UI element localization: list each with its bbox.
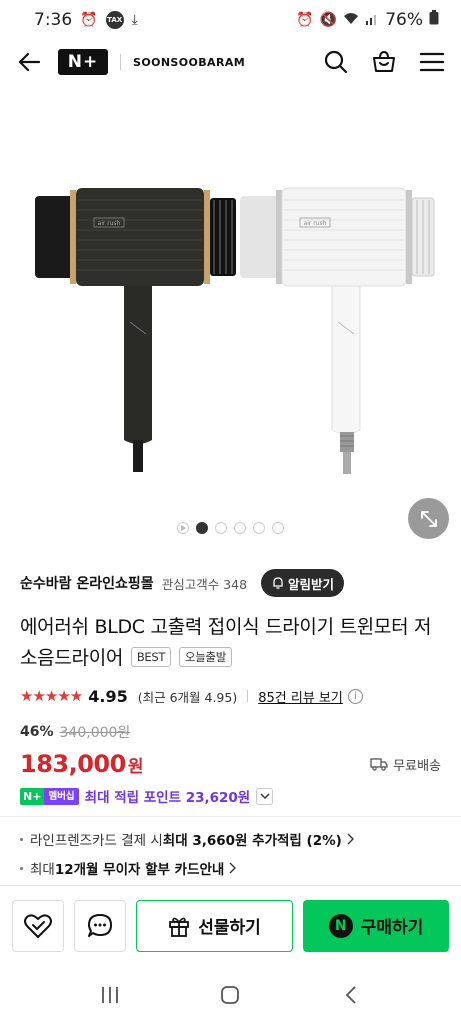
section-divider	[0, 816, 461, 817]
badge-nplus: N+	[20, 787, 45, 805]
shopping-bag-icon	[373, 50, 395, 72]
pager-dot-video[interactable]	[177, 522, 189, 534]
best-badge: BEST	[130, 647, 172, 667]
card-benefit-prefix: 라인프렌즈카드 결제 시	[30, 833, 163, 849]
discount-rate: 46%	[20, 724, 54, 740]
gift-button[interactable]: 선물하기	[136, 899, 293, 952]
sale-price: 183,000	[20, 750, 126, 778]
search-icon	[324, 50, 348, 74]
bottom-action-bar: 선물하기 N 구매하기	[0, 885, 461, 965]
rating-stars: ★★★★★	[20, 687, 83, 705]
home-button[interactable]	[210, 975, 250, 1015]
original-price: 340,000원	[59, 725, 131, 741]
buy-label: 구매하기	[360, 918, 424, 938]
seller-row: 순수바람 온라인쇼핑몰 관심고객수 348 알림받기	[20, 568, 441, 598]
heart-check-icon	[24, 913, 52, 938]
notification-subscribe-button[interactable]: 알림받기	[261, 569, 345, 597]
info-icon[interactable]: i	[347, 688, 363, 704]
play-icon	[181, 525, 186, 531]
discount-row: 46% 340,000원	[20, 722, 130, 742]
shipping-label: 무료배송	[393, 758, 441, 774]
seller-name[interactable]: 순수바람 온라인쇼핑몰	[20, 573, 154, 593]
signal-icon	[365, 12, 379, 29]
recent-apps-button[interactable]	[90, 975, 130, 1015]
alarm-icon: ⏰	[80, 12, 98, 28]
mute-icon: 🔇	[319, 12, 338, 28]
menu-button[interactable]	[419, 49, 445, 75]
price-row: 183,000 원 무료배송	[20, 748, 441, 780]
back-chevron-icon	[345, 986, 356, 1004]
talk-button[interactable]	[74, 899, 126, 952]
shipping-info: 무료배송	[370, 755, 441, 774]
membership-points-row: N+ 멤버십 최대 적립 포인트 23,620원	[20, 785, 441, 807]
alarm-icon: ⏰	[296, 12, 314, 28]
bullet	[20, 866, 23, 870]
store-name[interactable]: SOONSOOBARAM	[133, 56, 245, 69]
pager-dot[interactable]	[196, 522, 208, 534]
pager-dot[interactable]	[253, 522, 265, 534]
currency-unit: 원	[127, 756, 144, 777]
points-expand-button[interactable]	[256, 787, 274, 805]
chevron-right-icon	[229, 862, 237, 874]
black-hair-dryer-image: air rush	[35, 188, 236, 472]
bullet	[20, 837, 23, 841]
bell-plus-icon	[273, 577, 283, 589]
installment-prefix: 최대	[30, 862, 55, 878]
back-button[interactable]	[16, 49, 42, 75]
product-title: 에어러쉬 BLDC 고출력 접이식 드라이기 트윈모터 저소음드라이어 BEST…	[20, 612, 445, 674]
gift-icon	[169, 917, 190, 937]
naver-plus-membership-badge: N+ 멤버십	[20, 787, 79, 805]
card-benefit-item[interactable]: 라인프렌즈카드 결제 시 최대 3,660원 추가적립 (2%)	[20, 829, 355, 849]
search-button[interactable]	[323, 49, 349, 75]
back-nav-button[interactable]	[331, 975, 371, 1015]
status-bar: 7:36 ⏰ TAX ⤓ ⏰ 🔇 76%	[0, 0, 461, 40]
top-header: N+ SOONSOOBARAM	[0, 40, 461, 84]
wishlist-button[interactable]	[12, 899, 64, 952]
badge-membership: 멤버십	[44, 787, 79, 805]
gift-label: 선물하기	[198, 918, 261, 938]
product-image[interactable]: air rush air rush	[0, 100, 461, 520]
ship-today-badge: 오늘출발	[178, 647, 232, 667]
rating-divider	[247, 690, 249, 702]
battery-icon	[429, 10, 439, 30]
installment-benefit-item[interactable]: 최대 12개월 무이자 할부 카드안내	[20, 858, 237, 878]
download-icon: ⤓	[131, 12, 138, 28]
svg-text:air rush: air rush	[98, 220, 121, 227]
naverpay-n-icon: N	[328, 913, 353, 938]
pager-dot[interactable]	[215, 522, 227, 534]
battery-percent: 76%	[385, 10, 423, 30]
tax-app-icon: TAX	[105, 11, 124, 29]
chat-bubble-icon	[88, 913, 112, 937]
arrow-left-icon	[18, 52, 41, 72]
status-time: 7:36	[34, 10, 73, 30]
installment-highlight: 12개월 무이자 할부 카드안내	[54, 862, 225, 878]
svg-text:air rush: air rush	[304, 220, 327, 227]
recent-apps-icon	[102, 987, 119, 1003]
chevron-down-icon	[260, 793, 270, 799]
card-benefit-highlight: 최대 3,660원 추가적립 (2%)	[162, 833, 342, 849]
image-pager	[0, 522, 461, 534]
system-navigation-bar	[0, 966, 461, 1024]
follower-count: 관심고객수 348	[161, 576, 248, 592]
recent-rating: (최근 6개월 4.95)	[137, 689, 238, 705]
home-icon	[221, 986, 240, 1004]
header-divider	[120, 54, 121, 70]
rating-score: 4.95	[88, 686, 128, 706]
alarm-label: 알림받기	[288, 576, 335, 592]
chevron-right-icon	[347, 833, 354, 845]
hamburger-menu-icon	[420, 52, 444, 72]
pager-dot[interactable]	[272, 522, 284, 534]
max-points-text: 최대 적립 포인트 23,620원	[84, 790, 251, 806]
buy-now-button[interactable]: N 구매하기	[303, 899, 449, 952]
rating-row: ★★★★★ 4.95 (최근 6개월 4.95) 85건 리뷰 보기 i	[20, 684, 441, 708]
cart-button[interactable]	[371, 49, 397, 75]
white-hair-dryer-image: air rush	[240, 187, 435, 474]
pager-dot[interactable]	[234, 522, 246, 534]
wifi-icon	[343, 12, 359, 29]
naver-plus-logo[interactable]: N+	[58, 49, 108, 75]
truck-icon	[370, 758, 388, 771]
reviews-link[interactable]: 85건 리뷰 보기	[258, 687, 343, 706]
